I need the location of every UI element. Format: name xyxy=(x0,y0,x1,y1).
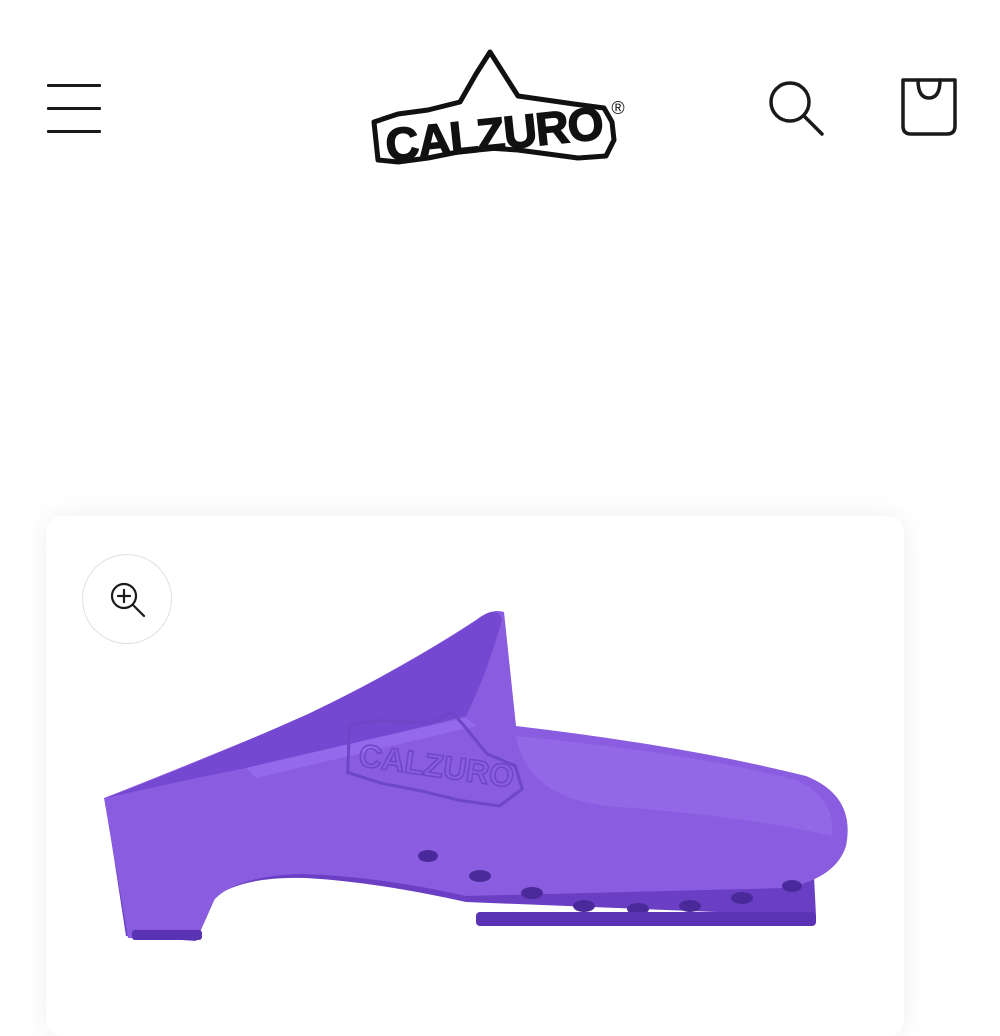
search-icon xyxy=(769,81,824,136)
search-button[interactable] xyxy=(762,74,828,140)
sole-treads xyxy=(132,912,816,940)
menu-line-bottom xyxy=(47,130,101,133)
shopping-bag-icon xyxy=(901,78,957,136)
product-gallery[interactable]: CALZURO xyxy=(46,516,904,1036)
menu-button[interactable] xyxy=(44,78,104,136)
zoom-in-icon xyxy=(110,582,146,618)
registered-mark: ® xyxy=(611,98,624,118)
menu-line-top xyxy=(47,84,101,87)
logo-wordmark: CALZURO xyxy=(383,97,605,171)
menu-line-middle xyxy=(47,107,101,110)
calzuro-logo[interactable]: CALZURO ® xyxy=(368,44,632,172)
product-image[interactable]: CALZURO xyxy=(46,516,904,1036)
cart-button[interactable] xyxy=(894,72,964,142)
calzuro-logo-mark: CALZURO ® xyxy=(371,49,625,172)
site-header: CALZURO ® xyxy=(0,0,1000,210)
zoom-button[interactable] xyxy=(82,554,172,644)
